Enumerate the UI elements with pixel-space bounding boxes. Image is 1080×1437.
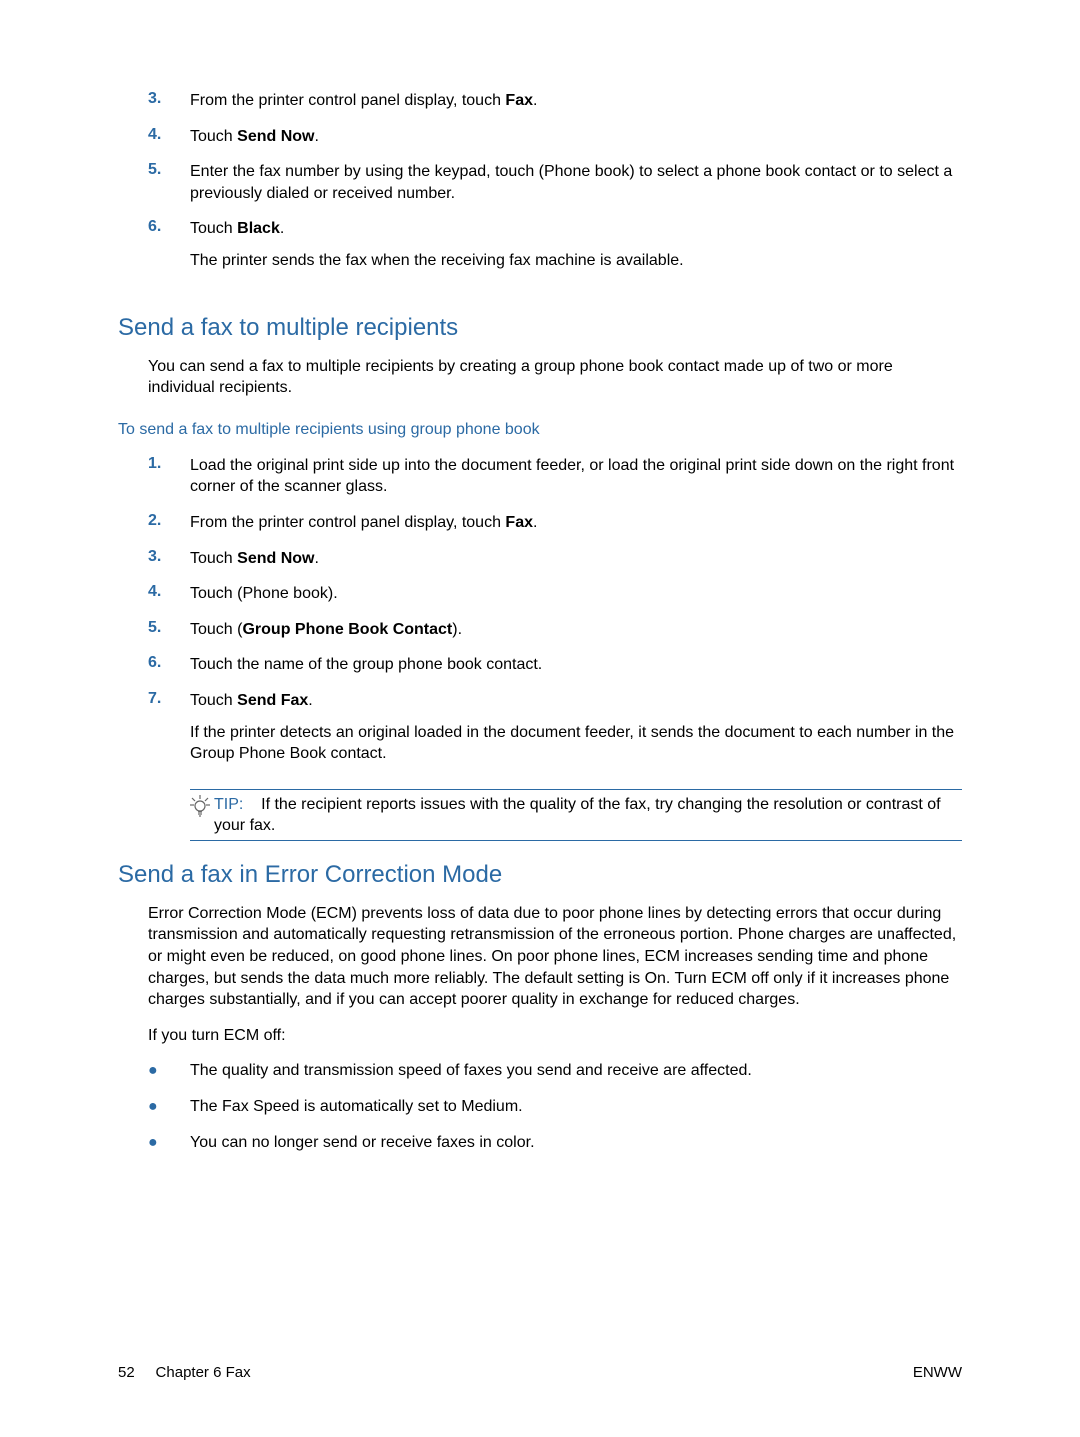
list-number: 5. [148,161,190,204]
page-number: 52 [118,1364,135,1381]
list-number: 2. [148,512,190,534]
footer-right: ENWW [913,1364,962,1381]
bullet-dot-icon: ● [148,1060,190,1082]
list-item: 6. Touch Black. The printer sends the fa… [148,218,962,285]
tip-icon [190,794,214,837]
bullet-text: The quality and transmission speed of fa… [190,1060,752,1082]
step-followup-text: If the printer detects an original loade… [190,722,962,765]
list-item: 1. Load the original print side up into … [148,455,962,498]
list-number: 7. [148,690,190,779]
section-heading: Send a fax in Error Correction Mode [118,861,962,889]
list-text: Load the original print side up into the… [190,455,962,498]
list-text: Touch Send Now. [190,126,319,148]
bullet-dot-icon: ● [148,1096,190,1118]
list-number: 1. [148,455,190,498]
section-paragraph: If you turn ECM off: [148,1025,962,1047]
list-text: Touch Black. The printer sends the fax w… [190,218,684,285]
list-text: From the printer control panel display, … [190,90,537,112]
list-text: Touch the name of the group phone book c… [190,654,542,676]
bullet-dot-icon: ● [148,1132,190,1154]
step-followup-text: The printer sends the fax when the recei… [190,250,684,272]
list-item: 5. Enter the fax number by using the key… [148,161,962,204]
list-text: Touch (Group Phone Book Contact). [190,619,462,641]
tip-callout: TIP: If the recipient reports issues wit… [190,789,962,841]
list-item: 5. Touch (Group Phone Book Contact). [148,619,962,641]
section-heading: Send a fax to multiple recipients [118,314,962,342]
document-page: 3. From the printer control panel displa… [0,0,1080,1437]
section-subheading: To send a fax to multiple recipients usi… [118,421,962,439]
list-number: 6. [148,654,190,676]
list-text: Touch Send Now. [190,548,319,570]
list-text: From the printer control panel display, … [190,512,537,534]
list-text: Touch Send Fax. If the printer detects a… [190,690,962,779]
footer-left: 52 Chapter 6 Fax [118,1364,251,1381]
list-item: 2. From the printer control panel displa… [148,512,962,534]
tip-text: TIP: If the recipient reports issues wit… [214,794,962,837]
list-item: 3. Touch Send Now. [148,548,962,570]
list-item: 3. From the printer control panel displa… [148,90,962,112]
ordered-list-continued: 3. From the printer control panel displa… [148,90,962,286]
bullet-item: ● You can no longer send or receive faxe… [148,1132,962,1154]
list-item: 4. Touch (Phone book). [148,583,962,605]
section-intro: You can send a fax to multiple recipient… [148,356,962,399]
list-text: Enter the fax number by using the keypad… [190,161,962,204]
tip-label: TIP: [214,796,243,813]
list-item: 4. Touch Send Now. [148,126,962,148]
list-text: Touch (Phone book). [190,583,338,605]
bullet-item: ● The quality and transmission speed of … [148,1060,962,1082]
list-number: 6. [148,218,190,285]
bullet-text: You can no longer send or receive faxes … [190,1132,535,1154]
ordered-list: 1. Load the original print side up into … [148,455,962,841]
list-item: 6. Touch the name of the group phone boo… [148,654,962,676]
list-number: 3. [148,90,190,112]
list-number: 3. [148,548,190,570]
section-paragraph: Error Correction Mode (ECM) prevents los… [148,903,962,1011]
bullet-item: ● The Fax Speed is automatically set to … [148,1096,962,1118]
list-number: 5. [148,619,190,641]
list-item: 7. Touch Send Fax. If the printer detect… [148,690,962,779]
list-number: 4. [148,583,190,605]
chapter-label: Chapter 6 Fax [156,1364,251,1381]
bullet-text: The Fax Speed is automatically set to Me… [190,1096,523,1118]
list-number: 4. [148,126,190,148]
page-footer: 52 Chapter 6 Fax ENWW [118,1364,962,1381]
